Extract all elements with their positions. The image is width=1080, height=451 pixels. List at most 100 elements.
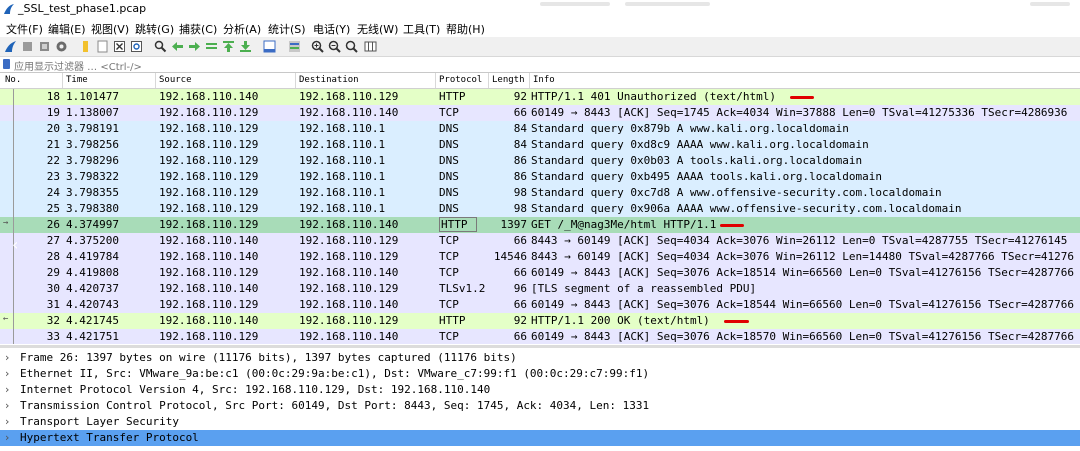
packet-row[interactable]: 21 3.798256 192.168.110.129 192.168.110.1 DN… [0, 137, 1080, 153]
packet-source-cell: 192.168.110.140 [159, 90, 259, 103]
packet-list[interactable]: 18 1.101477 192.168.110.140 192.168.110.129… [0, 89, 1080, 344]
find-icon[interactable] [154, 40, 167, 53]
packet-protocol-cell: TCP [439, 106, 459, 119]
detail-tree-item[interactable]: › Frame 26: 1397 bytes on wire (11176 bit… [0, 350, 1080, 366]
column-separator[interactable] [435, 73, 436, 88]
column-no[interactable]: No. [5, 75, 21, 85]
zoom-out-icon[interactable] [328, 40, 341, 53]
last-packet-icon[interactable] [239, 40, 252, 53]
column-length[interactable]: Length [492, 75, 525, 85]
expand-arrow-icon[interactable]: › [5, 367, 9, 380]
first-packet-icon[interactable] [222, 40, 235, 53]
packet-source-cell: 192.168.110.140 [159, 282, 259, 295]
packet-row[interactable]: 32 4.421745 192.168.110.140 192.168.110.129… [0, 313, 1080, 329]
column-time[interactable]: Time [66, 75, 88, 85]
packet-info-cell: 8443 → 60149 [ACK] Seq=4034 Ack=3076 Win… [531, 234, 1068, 247]
packet-destination-cell: 192.168.110.1 [299, 154, 386, 167]
packet-time-cell: 1.101477 [66, 90, 119, 103]
column-info[interactable]: Info [533, 75, 555, 85]
menu-tools[interactable]: 工具(T) [403, 21, 440, 37]
close-file-icon[interactable] [113, 40, 126, 53]
column-source[interactable]: Source [159, 75, 192, 85]
packet-no-cell: 22 [46, 154, 60, 167]
stop-icon[interactable] [21, 40, 34, 53]
packet-length-cell: 98 [513, 202, 527, 215]
column-protocol[interactable]: Protocol [439, 75, 482, 85]
blurred-area [540, 2, 610, 6]
detail-tree-item[interactable]: › Transmission Control Protocol, Src Port… [0, 398, 1080, 414]
column-separator[interactable] [488, 73, 489, 88]
detail-tree-item[interactable]: › Internet Protocol Version 4, Src: 192.1… [0, 382, 1080, 398]
options-gear-icon[interactable] [55, 40, 68, 53]
detail-tree-item[interactable]: › Hypertext Transfer Protocol [0, 430, 1080, 446]
detail-tree-item[interactable]: › Transport Layer Security [0, 414, 1080, 430]
goto-packet-icon[interactable] [205, 40, 218, 53]
reload-icon[interactable] [130, 40, 143, 53]
resize-columns-icon[interactable] [364, 40, 377, 53]
column-destination[interactable]: Destination [299, 75, 359, 85]
expand-arrow-icon[interactable]: › [5, 383, 9, 396]
packet-row[interactable]: 18 1.101477 192.168.110.140 192.168.110.129… [0, 89, 1080, 105]
packet-destination-cell: 192.168.110.140 [299, 330, 399, 343]
packet-row[interactable]: 28 4.419784 192.168.110.140 192.168.110.129… [0, 249, 1080, 265]
scroll-back-arrow-icon[interactable]: ‹ [12, 235, 18, 254]
packet-protocol-cell: HTTP [439, 217, 477, 232]
column-separator[interactable] [529, 73, 530, 88]
menu-go[interactable]: 跳转(G) [135, 21, 174, 37]
zoom-in-icon[interactable] [311, 40, 324, 53]
column-separator[interactable] [62, 73, 63, 88]
packet-row[interactable]: 24 3.798355 192.168.110.129 192.168.110.1 DN… [0, 185, 1080, 201]
column-separator[interactable] [295, 73, 296, 88]
expand-arrow-icon[interactable]: › [5, 415, 9, 428]
menu-file[interactable]: 文件(F) [6, 21, 43, 37]
detail-tree-item[interactable]: › Ethernet II, Src: VMware_9a:be:c1 (00:0… [0, 366, 1080, 382]
packet-row[interactable]: 19 1.138007 192.168.110.129 192.168.110.140… [0, 105, 1080, 121]
menu-view[interactable]: 视图(V) [91, 21, 129, 37]
menu-statistics[interactable]: 统计(S) [268, 21, 306, 37]
shark-fin-start-icon[interactable] [4, 40, 17, 53]
packet-destination-cell: 192.168.110.1 [299, 138, 386, 151]
packet-row[interactable]: 22 3.798296 192.168.110.129 192.168.110.1 DN… [0, 153, 1080, 169]
packet-source-cell: 192.168.110.129 [159, 122, 259, 135]
packet-row[interactable]: 30 4.420737 192.168.110.140 192.168.110.129… [0, 281, 1080, 297]
packet-row[interactable]: 27 4.375200 192.168.110.140 192.168.110.129… [0, 233, 1080, 249]
packet-details[interactable]: › Frame 26: 1397 bytes on wire (11176 bit… [0, 348, 1080, 451]
colorize-icon[interactable] [288, 40, 301, 53]
bookmark-icon[interactable] [3, 59, 10, 69]
packet-row[interactable]: 23 3.798322 192.168.110.129 192.168.110.1 DN… [0, 169, 1080, 185]
packet-row[interactable]: 29 4.419808 192.168.110.129 192.168.110.140… [0, 265, 1080, 281]
packet-info-cell: 60149 → 8443 [ACK] Seq=3076 Ack=18514 Wi… [531, 266, 1075, 279]
forward-arrow-icon[interactable] [188, 40, 201, 53]
menu-capture[interactable]: 捕获(C) [179, 21, 217, 37]
packet-row[interactable]: 20 3.798191 192.168.110.129 192.168.110.1 DN… [0, 121, 1080, 137]
packet-row[interactable]: 25 3.798380 192.168.110.129 192.168.110.1 DN… [0, 201, 1080, 217]
packet-row[interactable]: 26 4.374997 192.168.110.129 192.168.110.140… [0, 217, 1080, 233]
expand-arrow-icon[interactable]: › [5, 351, 9, 364]
autoscroll-icon[interactable] [263, 40, 276, 53]
expand-arrow-icon[interactable]: › [5, 399, 9, 412]
file-icon[interactable] [96, 40, 109, 53]
menu-wireless[interactable]: 无线(W) [357, 21, 398, 37]
open-folder-icon[interactable] [79, 40, 92, 53]
packet-source-cell: 192.168.110.129 [159, 330, 259, 343]
packet-protocol-cell: DNS [439, 154, 459, 167]
display-filter-bar[interactable]: 应用显示过滤器 … <Ctrl-/> [0, 57, 1080, 73]
column-separator[interactable] [155, 73, 156, 88]
packet-row[interactable]: 31 4.420743 192.168.110.129 192.168.110.140… [0, 297, 1080, 313]
blurred-area [625, 2, 710, 6]
expand-arrow-icon[interactable]: › [5, 431, 9, 444]
menu-edit[interactable]: 编辑(E) [48, 21, 86, 37]
packet-no-cell: 32 [46, 314, 60, 327]
back-arrow-icon[interactable] [171, 40, 184, 53]
packet-protocol-cell: TCP [439, 266, 459, 279]
menu-help[interactable]: 帮助(H) [446, 21, 485, 37]
display-filter-input[interactable]: 应用显示过滤器 … <Ctrl-/> [14, 58, 142, 73]
packet-list-header: No. Time Source Destination Protocol Len… [0, 73, 1080, 89]
restart-icon[interactable] [38, 40, 51, 53]
packet-row[interactable]: 33 4.421751 192.168.110.129 192.168.110.140… [0, 329, 1080, 344]
zoom-normal-icon[interactable] [345, 40, 358, 53]
menu-telephony[interactable]: 电话(Y) [313, 21, 350, 37]
menu-analyze[interactable]: 分析(A) [223, 21, 261, 37]
packet-no-cell: 25 [46, 202, 60, 215]
packet-length-cell: 84 [513, 122, 527, 135]
